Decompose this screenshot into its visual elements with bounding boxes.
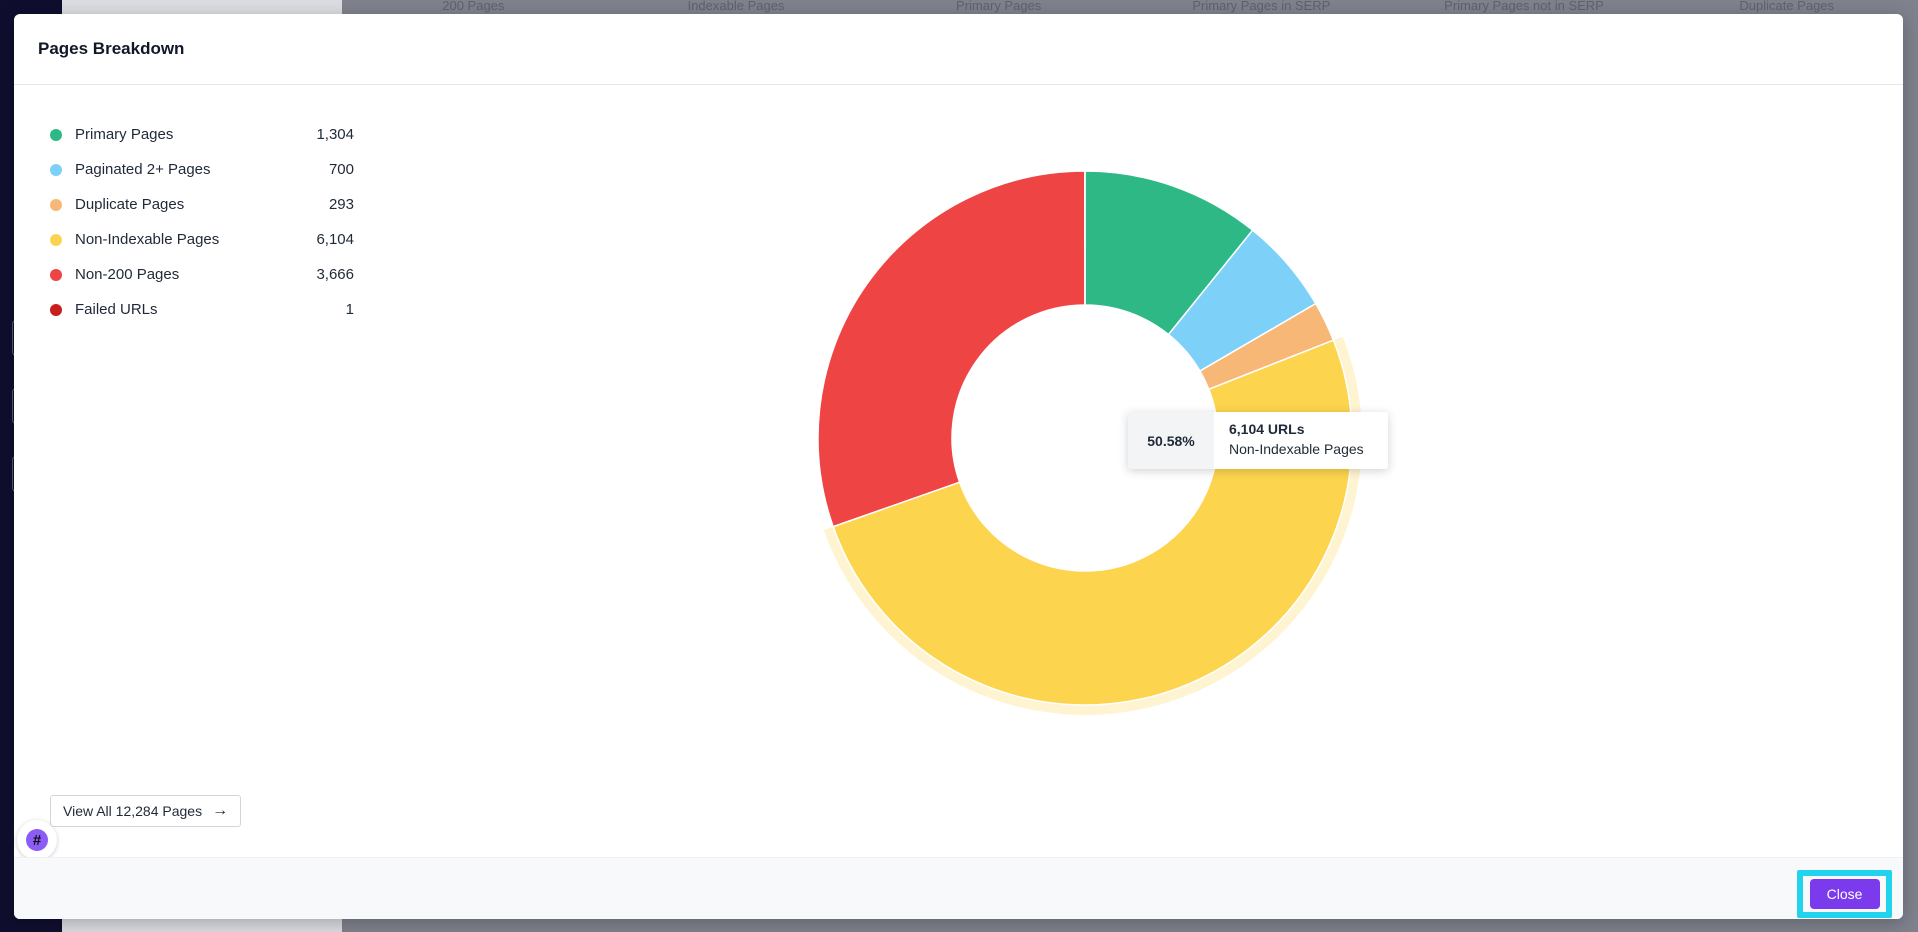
donut-slice[interactable]	[817, 170, 1086, 528]
legend-value: 293	[328, 196, 354, 213]
legend-value: 3,666	[316, 266, 354, 283]
bg-tab: Primary Pages not in SERP	[1444, 0, 1604, 13]
legend-item[interactable]: Non-200 Pages 3,666	[50, 257, 354, 292]
bg-tab: Primary Pages in SERP	[1192, 0, 1331, 13]
legend-item[interactable]: Non-Indexable Pages 6,104	[50, 222, 354, 257]
legend-dot	[50, 128, 62, 141]
bg-tab: Primary Pages	[956, 0, 1042, 13]
bg-tab: Indexable Pages	[687, 0, 785, 13]
app-tabs: 200 Pages Indexable Pages Primary Pages …	[342, 0, 1918, 14]
hash-icon: #	[26, 829, 48, 851]
legend-dot	[50, 163, 62, 176]
help-widget-button[interactable]: #	[17, 820, 57, 860]
tooltip-label: Non-Indexable Pages	[1229, 441, 1364, 457]
legend-item[interactable]: Duplicate Pages 293	[50, 187, 354, 222]
tooltip-info: 6,104 URLs Non-Indexable Pages	[1214, 412, 1364, 469]
legend-value: 6,104	[316, 231, 354, 248]
legend-dot	[50, 198, 62, 211]
bg-tab: Duplicate Pages	[1739, 0, 1835, 13]
modal-footer	[14, 857, 1903, 919]
legend-dot	[50, 303, 62, 316]
tooltip-count: 6,104 URLs	[1229, 421, 1305, 437]
arrow-right-icon: →	[212, 802, 229, 819]
legend-value: 700	[328, 161, 354, 178]
legend-label: Primary Pages	[75, 126, 174, 143]
tooltip-percent: 50.58%	[1128, 412, 1214, 469]
legend-dot	[50, 233, 62, 246]
legend-label: Paginated 2+ Pages	[75, 161, 211, 178]
legend-label: Duplicate Pages	[75, 196, 185, 213]
legend-dot	[50, 268, 62, 281]
chart-tooltip: 50.58% 6,104 URLs Non-Indexable Pages	[1128, 412, 1388, 469]
legend-label: Non-Indexable Pages	[75, 231, 220, 248]
view-all-label: View All 12,284 Pages	[63, 803, 203, 819]
legend-label: Non-200 Pages	[75, 266, 180, 283]
close-button-highlight: Close	[1797, 870, 1892, 918]
legend-label: Failed URLs	[75, 301, 158, 318]
chart-legend: Primary Pages 1,304 Paginated 2+ Pages 7…	[50, 117, 354, 327]
bg-tab: 200 Pages	[442, 0, 505, 13]
legend-item[interactable]: Failed URLs 1	[50, 292, 354, 327]
view-all-pages-button[interactable]: View All 12,284 Pages →	[50, 795, 242, 827]
legend-item[interactable]: Paginated 2+ Pages 700	[50, 152, 354, 187]
close-button[interactable]: Close	[1809, 879, 1880, 909]
modal-title: Pages Breakdown	[38, 39, 185, 58]
modal-header: Pages Breakdown	[14, 14, 1903, 85]
legend-value: 1,304	[316, 126, 354, 143]
legend-item[interactable]: Primary Pages 1,304	[50, 117, 354, 152]
legend-value: 1	[345, 301, 354, 318]
